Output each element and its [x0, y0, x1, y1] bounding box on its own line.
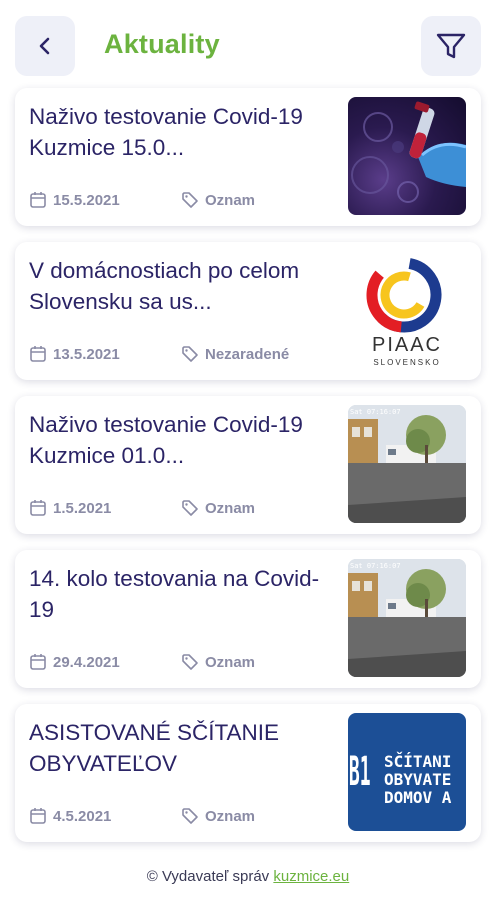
article-date: 13.5.2021: [53, 345, 120, 363]
scitanie-banner-image: B1 SČÍTANI OBYVATE DOMOV A: [348, 713, 466, 831]
article-date: 15.5.2021: [53, 191, 120, 209]
camera-snapshot-image: Sat 07:16:07: [348, 559, 466, 677]
publisher-label: © Vydavateľ správ: [146, 868, 270, 885]
banner-line-2: OBYVATE: [384, 770, 451, 789]
filter-icon: [436, 33, 466, 59]
article-card[interactable]: Naživo testovanie Covid-19 Kuzmice 15.0.…: [15, 88, 481, 226]
calendar-icon: [30, 500, 46, 516]
tag-icon: [182, 808, 198, 824]
banner-number: B1: [349, 749, 371, 795]
camera-timestamp: Sat 07:16:07: [350, 408, 401, 416]
article-card[interactable]: 14. kolo testovania na Covid-19 29.4.202…: [15, 550, 481, 688]
article-list: Naživo testovanie Covid-19 Kuzmice 15.0.…: [15, 88, 481, 858]
article-date: 4.5.2021: [53, 807, 112, 825]
article-date: 29.4.2021: [53, 653, 120, 671]
article-title: V domácnostiach po celom Slovensku sa us…: [29, 258, 300, 314]
article-card[interactable]: ASISTOVANÉ SČÍTANIE OBYVATEĽOV 4.5.2021 …: [15, 704, 481, 842]
piaac-logo-subtext: SLOVENSKO: [373, 358, 440, 367]
article-title: Naživo testovanie Covid-19 Kuzmice 01.0.…: [29, 412, 303, 468]
article-card[interactable]: V domácnostiach po celom Slovensku sa us…: [15, 242, 481, 380]
back-button[interactable]: [15, 16, 75, 76]
article-title: ASISTOVANÉ SČÍTANIE OBYVATEĽOV: [29, 720, 280, 776]
article-title: Naživo testovanie Covid-19 Kuzmice 15.0.…: [29, 104, 303, 160]
publisher-link[interactable]: kuzmice.eu: [273, 868, 349, 885]
article-tag: Oznam: [205, 807, 256, 825]
tag-icon: [182, 346, 198, 362]
article-card[interactable]: Naživo testovanie Covid-19 Kuzmice 01.0.…: [15, 396, 481, 534]
page-title: Aktuality: [104, 29, 220, 59]
banner-line-3: DOMOV A: [384, 788, 452, 807]
calendar-icon: [30, 808, 46, 824]
banner-line-1: SČÍTANI: [384, 752, 451, 771]
tag-icon: [182, 192, 198, 208]
tag-icon: [182, 500, 198, 516]
article-date: 1.5.2021: [53, 499, 112, 517]
article-tag: Oznam: [205, 191, 256, 209]
app-header: Aktuality: [0, 0, 496, 88]
calendar-icon: [30, 192, 46, 208]
footer: © Vydavateľ správ kuzmice.eu: [0, 868, 496, 885]
calendar-icon: [30, 654, 46, 670]
filter-button[interactable]: [421, 16, 481, 76]
calendar-icon: [30, 346, 46, 362]
tag-icon: [182, 654, 198, 670]
article-title: 14. kolo testovania na Covid-19: [29, 566, 320, 622]
article-tag: Oznam: [205, 499, 256, 517]
article-tag: Nezaradené: [205, 345, 290, 363]
covid-test-tube-image: [348, 97, 466, 215]
chevron-left-icon: [39, 37, 50, 55]
camera-timestamp: Sat 07:16:07: [350, 562, 401, 570]
piaac-logo-image: PIAAC SLOVENSKO: [348, 251, 466, 369]
article-tag: Oznam: [205, 653, 256, 671]
piaac-logo-text: PIAAC: [372, 334, 442, 356]
camera-snapshot-image: Sat 07:16:07: [348, 405, 466, 523]
